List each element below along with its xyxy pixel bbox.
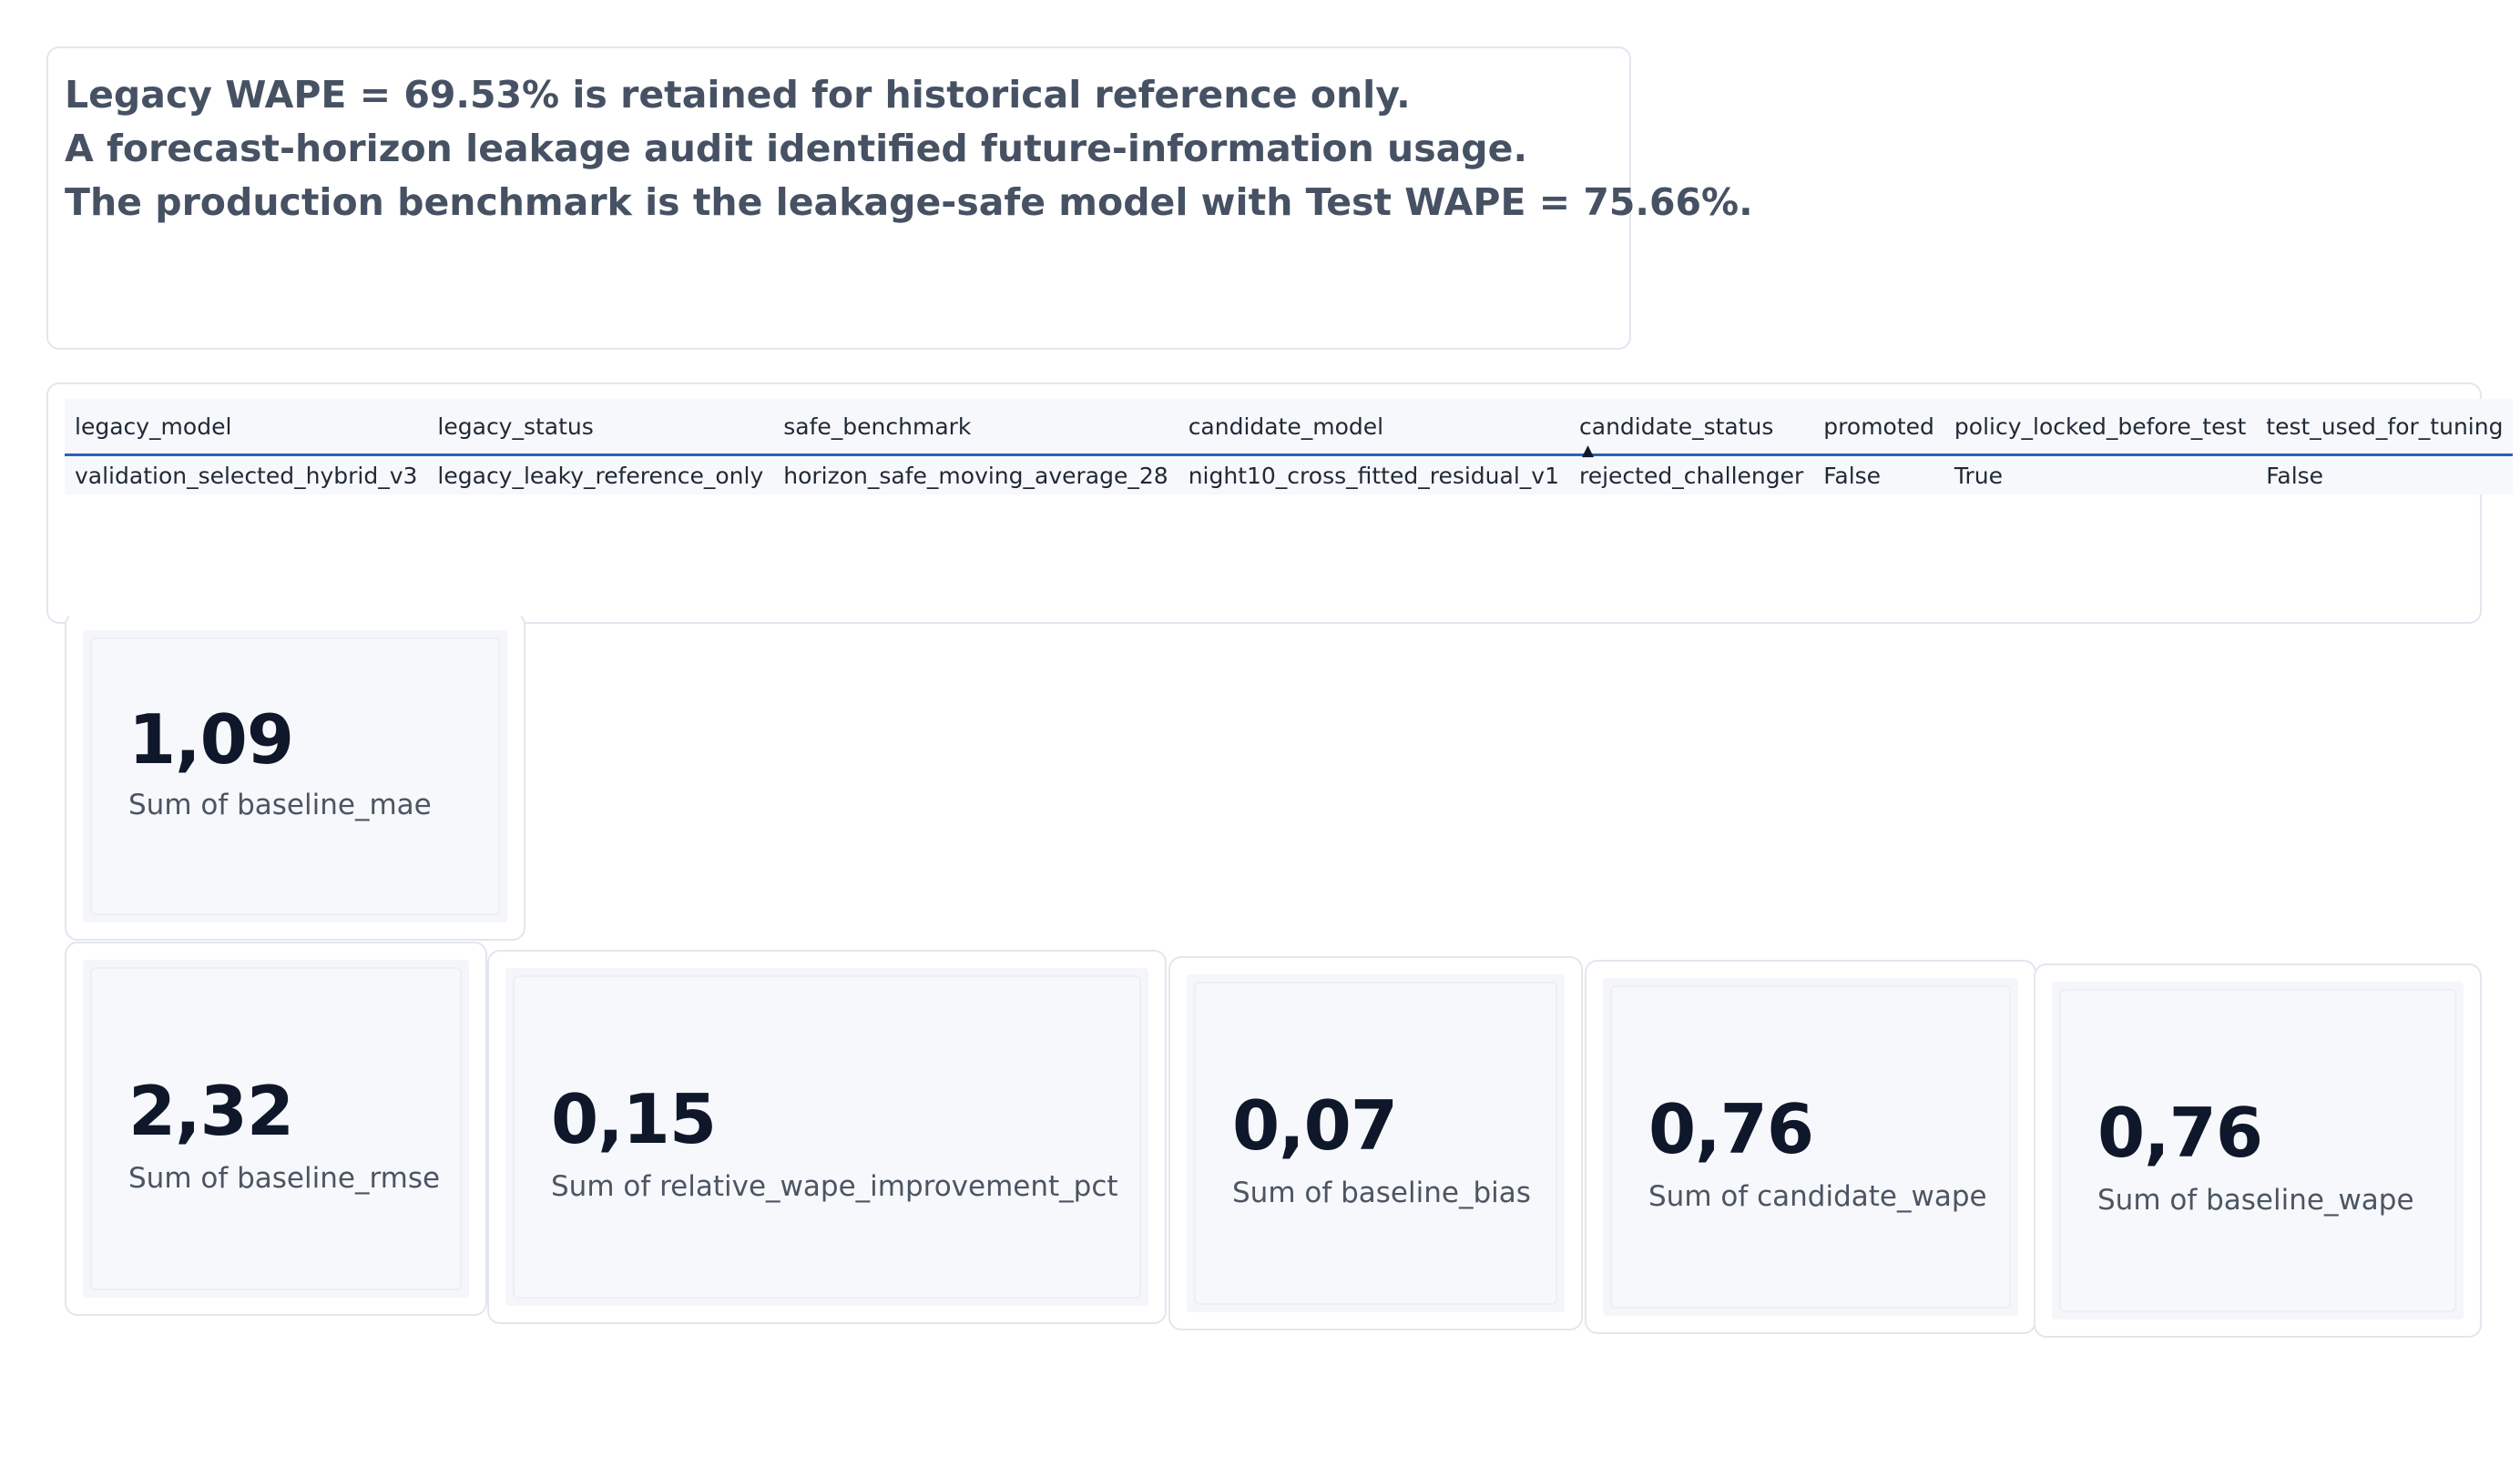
kpi-label: Sum of baseline_wape (2097, 1184, 2414, 1217)
column-header-candidate-model[interactable]: candidate_model (1178, 399, 1569, 456)
kpi-card-candidate-wape[interactable]: 0,76 Sum of candidate_wape (1585, 960, 2036, 1334)
kpi-value: 0,15 (551, 1079, 717, 1159)
table-cell: rejected_challenger (1569, 454, 1814, 494)
kpi-card-relative-wape-improvement[interactable]: 0,15 Sum of relative_wape_improvement_pc… (487, 950, 1167, 1324)
column-header-candidate-status-label: candidate_status (1579, 413, 1774, 440)
table-cell: night10_cross_fitted_residual_v1 (1178, 454, 1569, 494)
table-header-row: legacy_model legacy_status safe_benchmar… (65, 399, 2514, 459)
sort-ascending-icon[interactable]: ▲ (1582, 443, 1594, 459)
column-header-legacy-status[interactable]: legacy_status (427, 399, 774, 456)
kpi-card-baseline-rmse[interactable]: 2,32 Sum of baseline_rmse (65, 942, 487, 1316)
text-line-leakage-audit: A forecast-horizon leakage audit identif… (65, 127, 1528, 170)
text-line-legacy-wape: Legacy WAPE = 69.53% is retained for his… (65, 73, 1411, 117)
kpi-label: Sum of baseline_rmse (128, 1162, 441, 1195)
column-header-policy-locked-before-test[interactable]: policy_locked_before_test (1944, 399, 2257, 456)
model-status-table: legacy_model legacy_status safe_benchmar… (65, 399, 2514, 494)
column-header-promoted[interactable]: promoted (1813, 399, 1944, 456)
table-cell: False (1813, 454, 1944, 494)
kpi-label: Sum of relative_wape_improvement_pct (551, 1170, 1118, 1203)
kpi-label: Sum of baseline_mae (128, 789, 432, 821)
table-cell: False (2256, 454, 2514, 494)
kpi-card-baseline-mae[interactable]: 1,09 Sum of baseline_mae (65, 612, 525, 941)
kpi-card-baseline-wape[interactable]: 0,76 Sum of baseline_wape (2034, 963, 2482, 1338)
kpi-value: 0,76 (2097, 1093, 2263, 1173)
column-header-legacy-model[interactable]: legacy_model (65, 399, 428, 456)
model-status-table-visual[interactable]: legacy_model legacy_status safe_benchmar… (46, 382, 2514, 624)
table-cell: True (1944, 454, 2257, 494)
column-header-safe-benchmark[interactable]: safe_benchmark (773, 399, 1178, 456)
text-line-production-benchmark: The production benchmark is the leakage-… (65, 180, 1753, 224)
kpi-card-baseline-bias[interactable]: 0,07 Sum of baseline_bias (1168, 956, 1583, 1330)
kpi-value: 1,09 (128, 699, 294, 779)
kpi-value: 0,07 (1232, 1085, 1398, 1166)
table-row[interactable]: validation_selected_hybrid_v3 legacy_lea… (65, 454, 2514, 494)
kpi-value: 2,32 (128, 1071, 294, 1151)
kpi-label: Sum of baseline_bias (1232, 1177, 1531, 1209)
column-header-candidate-status[interactable]: candidate_status ▲ (1569, 399, 1814, 459)
kpi-value: 0,76 (1648, 1089, 1814, 1169)
table-cell: horizon_safe_moving_average_28 (773, 454, 1178, 494)
kpi-label: Sum of candidate_wape (1648, 1180, 1987, 1213)
table-cell: validation_selected_hybrid_v3 (65, 454, 428, 494)
table-cell: legacy_leaky_reference_only (427, 454, 774, 494)
text-box-visual[interactable]: Legacy WAPE = 69.53% is retained for his… (46, 46, 1753, 350)
column-header-test-used-for-tuning[interactable]: test_used_for_tuning (2256, 399, 2514, 456)
